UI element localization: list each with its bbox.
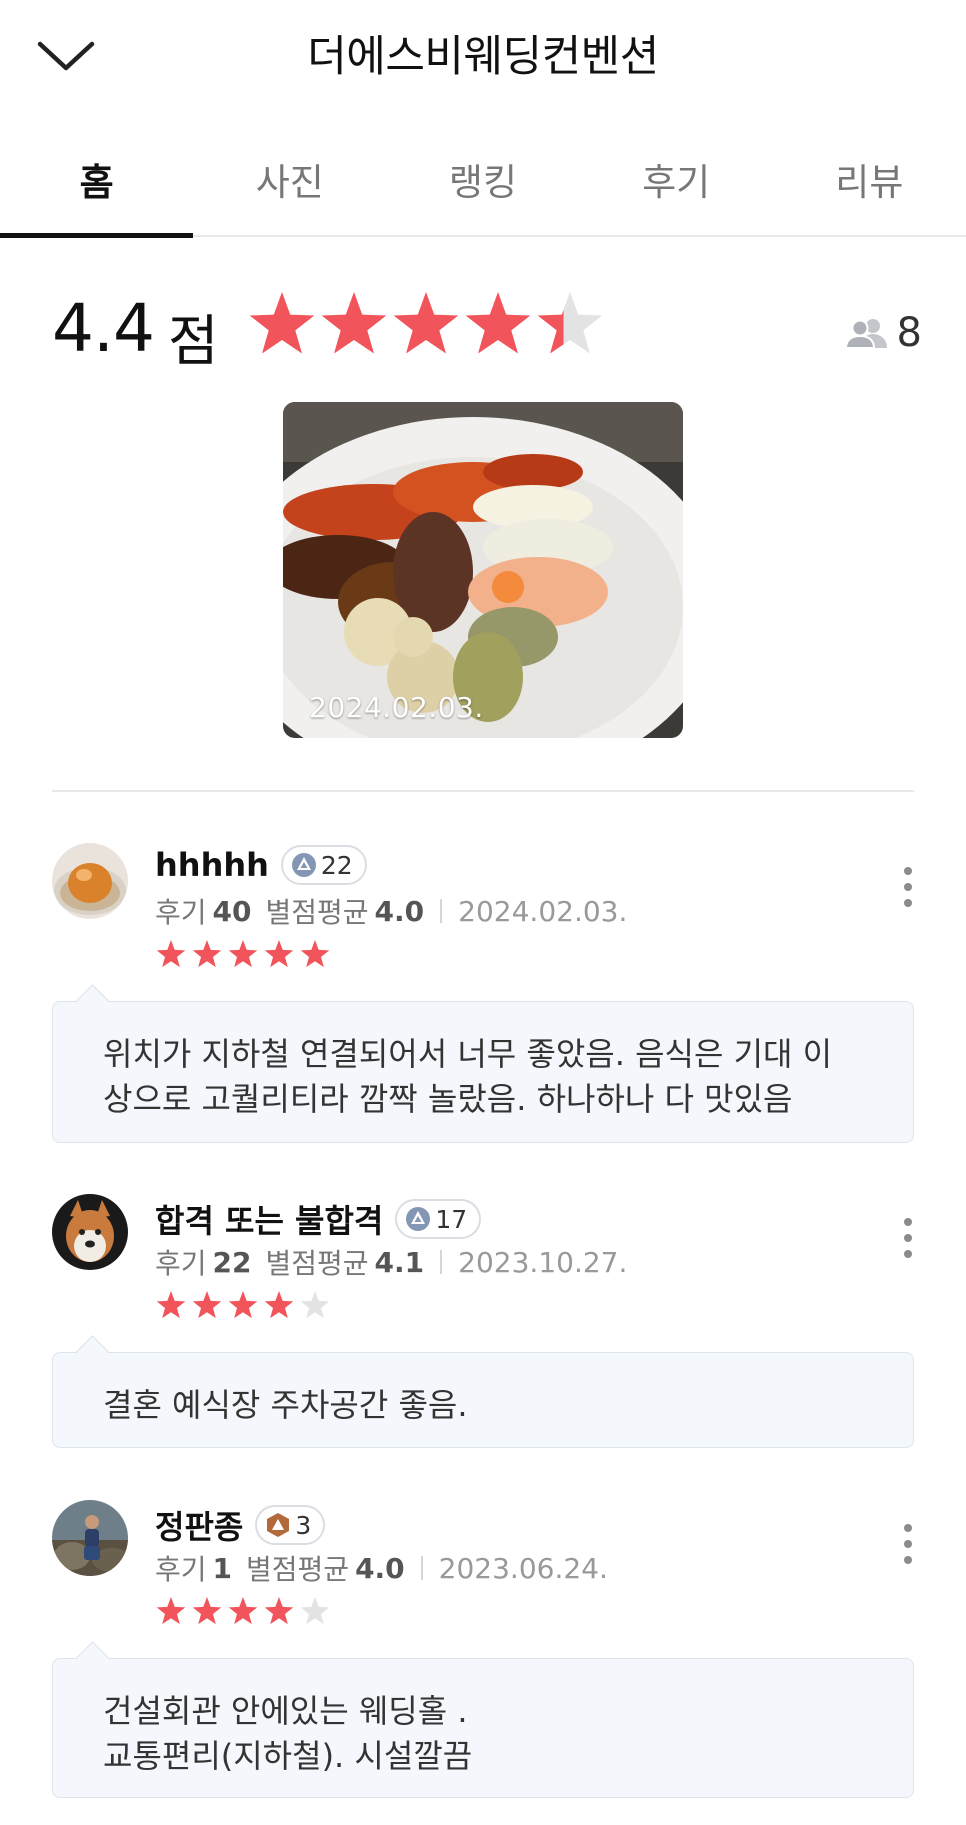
level-value: 22: [320, 850, 353, 880]
review-date: 2023.10.27.: [458, 1245, 628, 1279]
meta-separator: [420, 1556, 423, 1580]
star-icon: [465, 292, 531, 354]
star-icon: [264, 1597, 294, 1625]
tab-bar: 홈 사진 랭킹 후기 리뷰: [0, 140, 966, 238]
review-count-value: 1: [212, 1551, 233, 1585]
people-icon: [844, 319, 887, 349]
star-icon: [156, 940, 186, 968]
star-icon: [300, 1597, 330, 1625]
star-icon: [192, 1597, 222, 1625]
star-icon: [249, 292, 315, 354]
review-stars: [156, 1291, 330, 1319]
review-count-label: 후기: [155, 896, 207, 929]
avg-rating-label: 별점평균: [246, 1553, 350, 1586]
review-count-value: 22: [212, 1245, 252, 1279]
review-count-label: 후기: [155, 1553, 207, 1586]
level-icon: [291, 853, 316, 877]
star-icon: [264, 1291, 294, 1319]
review-photo[interactable]: 2024.02.03.: [283, 402, 683, 738]
avg-rating-value: 4.1: [374, 1245, 425, 1279]
star-icon: [393, 292, 459, 354]
review-count-label: 후기: [155, 1247, 207, 1280]
reviewer-count-value: 8: [896, 310, 922, 356]
rating-stars: [249, 292, 603, 354]
review-text-line: 위치가 지하철 연결되어서 너무 좋았음. 음식은 기대 이: [103, 1035, 833, 1073]
star-icon: [156, 1291, 186, 1319]
page-title: 더에스비웨딩컨벤션: [307, 32, 659, 82]
star-icon: [228, 940, 258, 968]
rating-summary: 4.4 점 8: [52, 290, 922, 373]
review-text-line: 결혼 예식장 주차공간 좋음.: [103, 1386, 468, 1424]
avg-rating-value: 4.0: [374, 894, 425, 928]
review-date: 2023.06.24.: [438, 1551, 608, 1585]
more-options-icon[interactable]: [896, 1522, 920, 1566]
avg-rating-label: 별점평균: [265, 1247, 369, 1280]
star-icon: [300, 1291, 330, 1319]
review-stars: [156, 940, 330, 968]
star-icon: [537, 292, 603, 354]
level-icon: [406, 1207, 431, 1231]
star-icon: [228, 1291, 258, 1319]
level-badge: 3: [255, 1505, 326, 1545]
review-meta: 후기 40 별점평균 4.0 2024.02.03.: [155, 891, 627, 931]
header: 더에스비웨딩컨벤션: [0, 0, 966, 110]
avatar[interactable]: [52, 843, 128, 919]
review-text-box: 위치가 지하철 연결되어서 너무 좋았음. 음식은 기대 이 상으로 고퀄리티라…: [52, 1001, 914, 1143]
divider: [52, 790, 914, 792]
reviewer-name[interactable]: 합격 또는 불합격: [155, 1196, 383, 1242]
rating-score: 4.4: [52, 290, 155, 367]
star-icon: [228, 1597, 258, 1625]
rating-unit: 점: [168, 309, 219, 373]
review-date: 2024.02.03.: [458, 894, 628, 928]
reviewer-name[interactable]: hhhhh: [155, 846, 269, 884]
star-icon: [321, 292, 387, 354]
review-text-line: 건설회관 안에있는 웨딩홀 .: [103, 1692, 468, 1730]
review-text-box: 결혼 예식장 주차공간 좋음.: [52, 1352, 914, 1448]
review-stars: [156, 1597, 330, 1625]
avatar[interactable]: [52, 1500, 128, 1576]
star-icon: [156, 1597, 186, 1625]
avg-rating-label: 별점평균: [265, 896, 369, 929]
level-value: 3: [295, 1510, 312, 1540]
review-text-box: 건설회관 안에있는 웨딩홀 . 교통편리(지하철). 시설깔끔: [52, 1658, 914, 1798]
star-icon: [264, 940, 294, 968]
reviewer-count[interactable]: 8: [844, 310, 922, 356]
meta-separator: [440, 1250, 443, 1274]
review-meta: 후기 22 별점평균 4.1 2023.10.27.: [155, 1242, 627, 1282]
avg-rating-value: 4.0: [355, 1551, 405, 1585]
level-value: 17: [435, 1204, 468, 1234]
level-icon: [267, 1513, 290, 1537]
meta-separator: [440, 899, 443, 923]
star-icon: [192, 940, 222, 968]
review-text-line: 교통편리(지하철). 시설깔끔: [103, 1737, 473, 1775]
more-options-icon[interactable]: [896, 1216, 920, 1260]
reviewer-line: 합격 또는 불합격 17: [155, 1196, 482, 1242]
tab-reviews-short[interactable]: 후기: [580, 140, 773, 235]
reviewer-line: hhhhh 22: [155, 845, 367, 885]
tab-ranking[interactable]: 랭킹: [386, 140, 579, 235]
review-meta: 후기 1 별점평균 4.0 2023.06.24.: [155, 1548, 608, 1588]
tab-home[interactable]: 홈: [0, 140, 194, 238]
reviewer-line: 정판종 3: [155, 1502, 326, 1548]
review-count-value: 40: [212, 894, 252, 928]
reviewer-name[interactable]: 정판종: [155, 1502, 243, 1548]
more-options-icon[interactable]: [896, 865, 920, 909]
level-badge: 22: [280, 845, 367, 885]
tab-photos[interactable]: 사진: [193, 140, 386, 235]
food-photo-image: [283, 402, 683, 738]
avatar[interactable]: [52, 1194, 128, 1270]
review-text-line: 상으로 고퀄리티라 깜짝 놀랐음. 하나하나 다 맛있음: [103, 1080, 793, 1118]
level-badge: 17: [395, 1199, 482, 1239]
tab-reviews[interactable]: 리뷰: [773, 140, 966, 235]
star-icon: [300, 940, 330, 968]
photo-date: 2024.02.03.: [309, 691, 484, 724]
star-icon: [192, 1291, 222, 1319]
